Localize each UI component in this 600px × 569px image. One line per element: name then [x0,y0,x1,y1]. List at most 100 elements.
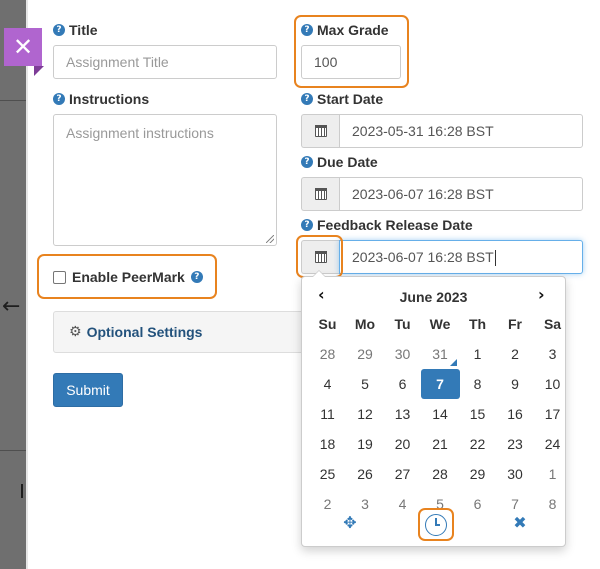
start-date-label-text: Start Date [317,91,384,107]
flag-tail [34,66,44,76]
due-date-input[interactable]: 2023-06-07 16:28 BST [339,177,583,211]
day-cell[interactable]: 8 [458,369,497,399]
help-icon[interactable]: ? [301,93,313,105]
resize-handle-icon[interactable] [266,235,274,243]
datepicker-popup: June 2023 ‹ › Su Mo Tu We Th Fr Sa 28 29 30 31 1 2 3 4… [301,270,566,547]
title-label: ? Title [53,22,98,38]
text-cursor [494,250,496,267]
max-grade-label: ? Max Grade [301,22,389,38]
feedback-date-label: ? Feedback Release Date [301,217,473,233]
day-cell[interactable]: 7 [420,369,460,399]
day-cell[interactable]: 13 [383,399,422,429]
day-cell[interactable]: 12 [346,399,385,429]
day-cell[interactable]: 6 [458,489,497,519]
close-icon: ✕ [12,33,34,61]
peermark-checkbox[interactable] [53,270,66,284]
chevron-left-icon[interactable]: ‹ [318,285,325,304]
help-icon[interactable]: ? [301,24,313,36]
instructions-textarea[interactable]: Assignment instructions [53,114,277,246]
feedback-date-field[interactable]: 2023-06-07 16:28 BST [301,240,583,274]
panel-edge [26,0,28,569]
instructions-label-text: Instructions [69,91,150,107]
help-icon[interactable]: ? [190,271,203,283]
day-cell[interactable]: 4 [308,369,347,399]
day-cell[interactable]: 18 [308,429,347,459]
popup-pointer-inner [313,271,325,277]
help-icon[interactable]: ? [53,24,65,36]
day-cell[interactable]: 19 [346,429,385,459]
help-icon[interactable]: ? [301,156,313,168]
feedback-date-calendar-button[interactable] [301,240,339,274]
day-cell[interactable]: 23 [496,429,535,459]
day-cell[interactable]: 22 [458,429,497,459]
weekday-header: Tu [394,316,411,332]
day-cell[interactable]: 30 [383,339,422,369]
due-date-label-text: Due Date [317,154,378,170]
day-cell[interactable]: 20 [383,429,422,459]
day-cell[interactable]: 3 [533,339,572,369]
backdrop-divider [0,100,26,101]
day-cell[interactable]: 5 [346,369,385,399]
due-date-field[interactable]: 2023-06-07 16:28 BST [301,177,583,211]
day-cell[interactable]: 14 [421,399,460,429]
day-cell[interactable]: 27 [383,459,422,489]
day-cell[interactable]: 28 [308,339,347,369]
day-cell[interactable]: 17 [533,399,572,429]
day-cell[interactable]: 8 [533,489,572,519]
calendar-icon [314,251,327,263]
feedback-date-value: 2023-06-07 16:28 BST [352,249,494,265]
day-cell[interactable]: 1 [458,339,497,369]
max-grade-input[interactable]: 100 [301,45,401,79]
day-cell[interactable]: 29 [458,459,497,489]
optional-settings-toggle[interactable]: Optional Settings [87,324,203,340]
feedback-date-label-text: Feedback Release Date [317,217,473,233]
day-cell[interactable]: 11 [308,399,347,429]
start-date-calendar-button[interactable] [301,114,339,148]
day-cell[interactable]: 25 [308,459,347,489]
title-label-text: Title [69,22,98,38]
submit-button[interactable]: Submit [53,373,123,407]
day-cell[interactable]: 1 [533,459,572,489]
backdrop-divider [0,450,26,451]
day-cell[interactable]: 30 [496,459,535,489]
weekday-header: Sa [543,316,562,332]
help-icon[interactable]: ? [301,219,313,231]
chevron-right-icon[interactable]: › [538,285,545,304]
title-input[interactable]: Assignment Title [53,45,277,79]
start-date-field[interactable]: 2023-05-31 16:28 BST [301,114,583,148]
peermark-label[interactable]: Enable PeerMark [72,269,185,285]
clock-icon[interactable] [425,514,447,536]
help-icon[interactable]: ? [53,93,65,105]
weekday-header: Mo [354,316,376,332]
day-cell[interactable]: 21 [421,429,460,459]
day-cell[interactable]: 6 [383,369,422,399]
move-icon[interactable]: ✥ [340,513,360,533]
day-cell[interactable]: 9 [496,369,535,399]
day-cell[interactable]: 10 [533,369,572,399]
due-date-label: ? Due Date [301,154,378,170]
day-cell[interactable]: 29 [346,339,385,369]
day-cell[interactable]: 24 [533,429,572,459]
day-cell[interactable]: 28 [421,459,460,489]
month-label[interactable]: June 2023 [302,289,565,305]
weekday-header: Fr [508,316,522,332]
day-cell[interactable]: 2 [496,339,535,369]
day-cell[interactable]: 31 [421,339,460,369]
day-cell[interactable]: 26 [346,459,385,489]
due-date-calendar-button[interactable] [301,177,339,211]
day-cell[interactable]: 16 [496,399,535,429]
day-cell[interactable]: 15 [458,399,497,429]
instructions-placeholder: Assignment instructions [66,125,214,141]
day-cell[interactable]: 4 [383,489,422,519]
close-icon[interactable]: ✖ [510,513,530,533]
title-placeholder: Assignment Title [66,54,169,70]
max-grade-label-text: Max Grade [317,22,389,38]
feedback-date-input[interactable]: 2023-06-07 16:28 BST [339,240,583,274]
close-panel-button[interactable]: ✕ [4,28,44,76]
peermark-option[interactable]: Enable PeerMark ? [53,269,203,285]
start-date-label: ? Start Date [301,91,383,107]
weekday-header: Su [318,316,337,332]
gear-icon: ⚙ [69,324,82,340]
start-date-input[interactable]: 2023-05-31 16:28 BST [339,114,583,148]
weekday-header: We [429,316,451,332]
